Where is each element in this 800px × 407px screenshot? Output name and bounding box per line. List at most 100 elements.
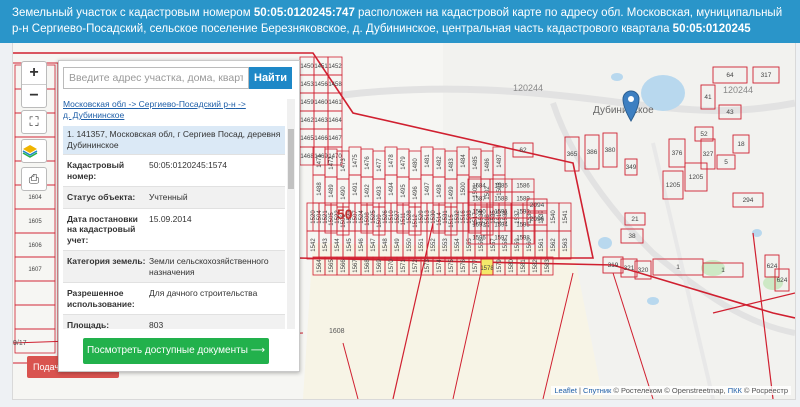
parcel-label: 52 bbox=[700, 131, 708, 138]
cadastral-map[interactable]: 1450 1451 1452 1453 1456 1458 1459 1460 1461 1462… bbox=[12, 43, 796, 400]
selected-parcel-label: 1578 bbox=[480, 266, 494, 272]
parcel-label: 1487 bbox=[497, 154, 503, 168]
parcel-label: 1496 bbox=[413, 186, 419, 200]
info-key: Кадастровый номер: bbox=[67, 160, 125, 181]
parcel-label: 1588 bbox=[494, 197, 508, 203]
breadcrumb-arrow: -> bbox=[126, 99, 139, 109]
parcel-label: 1543 bbox=[323, 238, 329, 252]
parcel-label: 1563 bbox=[563, 238, 569, 252]
layers-button[interactable] bbox=[21, 139, 47, 163]
parcel-label: 1492 bbox=[365, 184, 371, 198]
info-value: 15.09.2014 bbox=[149, 213, 192, 224]
parcel-label: 1571 bbox=[401, 259, 407, 273]
parcel-label: 1472 bbox=[329, 156, 335, 170]
parcel-label: 365 bbox=[567, 151, 578, 158]
parcel-label: 1205 bbox=[666, 182, 681, 189]
attribution-text: © Ростелеком © Openstreetmap, bbox=[611, 386, 728, 395]
parcel-label: 1450 bbox=[300, 64, 314, 70]
view-documents-button[interactable]: Посмотреть доступные документы ⟶ bbox=[83, 338, 269, 364]
parcel-label: 1500 bbox=[461, 182, 467, 196]
parcel-label: 1497 bbox=[425, 182, 431, 196]
info-key: Площадь: bbox=[67, 320, 110, 329]
parcel-label: 1490 bbox=[341, 186, 347, 200]
parcel-label: 1566 bbox=[341, 259, 347, 273]
parcel-label: 1486 bbox=[485, 158, 491, 172]
info-key: Разрешенное использование: bbox=[67, 288, 135, 309]
info-row: Дата постановки на кадастровый учет: 15.0… bbox=[63, 207, 285, 251]
parcel-label: 624 bbox=[777, 277, 788, 284]
parcel-label: 1574 bbox=[437, 259, 443, 273]
parcel-label: 1567 bbox=[353, 259, 359, 273]
fullscreen-button[interactable]: ⛶ bbox=[21, 110, 47, 134]
parcel-label: 1464 bbox=[328, 118, 342, 124]
parcel-label: 1583 bbox=[545, 259, 551, 273]
parcel-label: 1494 bbox=[389, 182, 395, 196]
info-value: 50:05:0120245:1574 bbox=[149, 160, 227, 170]
parcel-label: 1582 bbox=[533, 259, 539, 273]
parcel-label: 1531 bbox=[443, 210, 449, 224]
zoom-in-button[interactable]: + bbox=[22, 62, 46, 84]
info-value: Для дачного строительства bbox=[149, 288, 258, 298]
parcel-label: 1495 bbox=[401, 184, 407, 198]
parcel-label: 1605 bbox=[28, 219, 42, 225]
sputnik-link[interactable]: Спутник bbox=[583, 386, 611, 395]
breadcrumb-district[interactable]: Сергиево-Посадский р-н bbox=[139, 99, 236, 109]
parcel-label: 1463 bbox=[314, 118, 328, 124]
parcel-label: 317 bbox=[761, 72, 772, 79]
scrollbar-thumb[interactable] bbox=[288, 129, 294, 189]
parcel-label: 1453 bbox=[300, 82, 314, 88]
parcel-label: 43 bbox=[726, 109, 734, 116]
parcel-label: 1565 bbox=[329, 259, 335, 273]
print-button[interactable]: ⎙ bbox=[21, 167, 47, 191]
parcel-label: 1466 bbox=[314, 136, 328, 142]
parcel-label: 1570 bbox=[389, 259, 395, 273]
parcel-label: 349 bbox=[626, 164, 637, 171]
parcel[interactable] bbox=[14, 304, 56, 330]
parcel-label: 1478 bbox=[389, 154, 395, 168]
parcel-label: 1595 bbox=[516, 223, 530, 229]
parcel-label: 1452 bbox=[328, 64, 342, 70]
parcel-label: 1462 bbox=[300, 118, 314, 124]
parcel-label: 1480 bbox=[413, 158, 419, 172]
breadcrumb-region[interactable]: Московская обл bbox=[63, 99, 126, 109]
fullscreen-icon: ⛶ bbox=[29, 114, 39, 129]
parcel-label: 1594 bbox=[494, 223, 508, 229]
result-item[interactable]: 1. 141357, Московская обл, г Сергиев Пос… bbox=[63, 126, 285, 154]
page-header: Земельный участок с кадастровым номером … bbox=[0, 0, 800, 43]
parcel-label: 41 bbox=[704, 94, 712, 101]
parcel-label: 1468 bbox=[300, 154, 314, 160]
parcel-label: 1525 bbox=[371, 210, 377, 224]
parcel-label: 1573 bbox=[425, 259, 431, 273]
quarter-big-label: 50 bbox=[337, 206, 353, 222]
address-search-input[interactable] bbox=[63, 67, 249, 89]
pkk-link[interactable]: ПКК bbox=[728, 386, 742, 395]
block-label-2: 120244 bbox=[723, 85, 753, 95]
parcel-label: 1548 bbox=[383, 238, 389, 252]
result-list[interactable]: Московская обл -> Сергиево-Посадский р-н… bbox=[63, 99, 285, 329]
zoom-out-button[interactable]: − bbox=[22, 84, 46, 107]
parcel-label: 1564 bbox=[317, 259, 323, 273]
parcel-label: 1589 bbox=[516, 197, 530, 203]
parcel-label: 1598 bbox=[516, 236, 530, 242]
parcel-label: 1577 bbox=[473, 259, 479, 273]
parcel-label: 1479 bbox=[401, 156, 407, 170]
parcel-label: 1553 bbox=[443, 238, 449, 252]
leaflet-link[interactable]: Leaflet bbox=[554, 386, 577, 395]
header-text-1: Земельный участок с кадастровым номером bbox=[12, 7, 254, 19]
parcel-label: 1493 bbox=[377, 186, 383, 200]
parcel-label: 1581 bbox=[521, 259, 527, 273]
parcel-label: 1586 bbox=[516, 184, 530, 190]
parcel-label: 1596 bbox=[472, 236, 486, 242]
breadcrumb: Московская обл -> Сергиево-Посадский р-н… bbox=[63, 99, 285, 121]
panel-scrollbar[interactable] bbox=[287, 99, 295, 329]
parcel-label: 327 bbox=[703, 151, 714, 158]
parcel[interactable] bbox=[14, 280, 56, 306]
breadcrumb-village[interactable]: д. Дубининское bbox=[63, 110, 124, 120]
find-button[interactable]: Найти bbox=[249, 67, 292, 89]
parcel-label: 1489 bbox=[329, 184, 335, 198]
parcel-label: 5 bbox=[724, 159, 728, 166]
parcel-label: 1568 bbox=[365, 259, 371, 273]
parcel-label: 1465 bbox=[300, 136, 314, 142]
parcel-label: 1483 bbox=[449, 158, 455, 172]
header-cadastral-number: 50:05:0120245:747 bbox=[253, 7, 355, 19]
